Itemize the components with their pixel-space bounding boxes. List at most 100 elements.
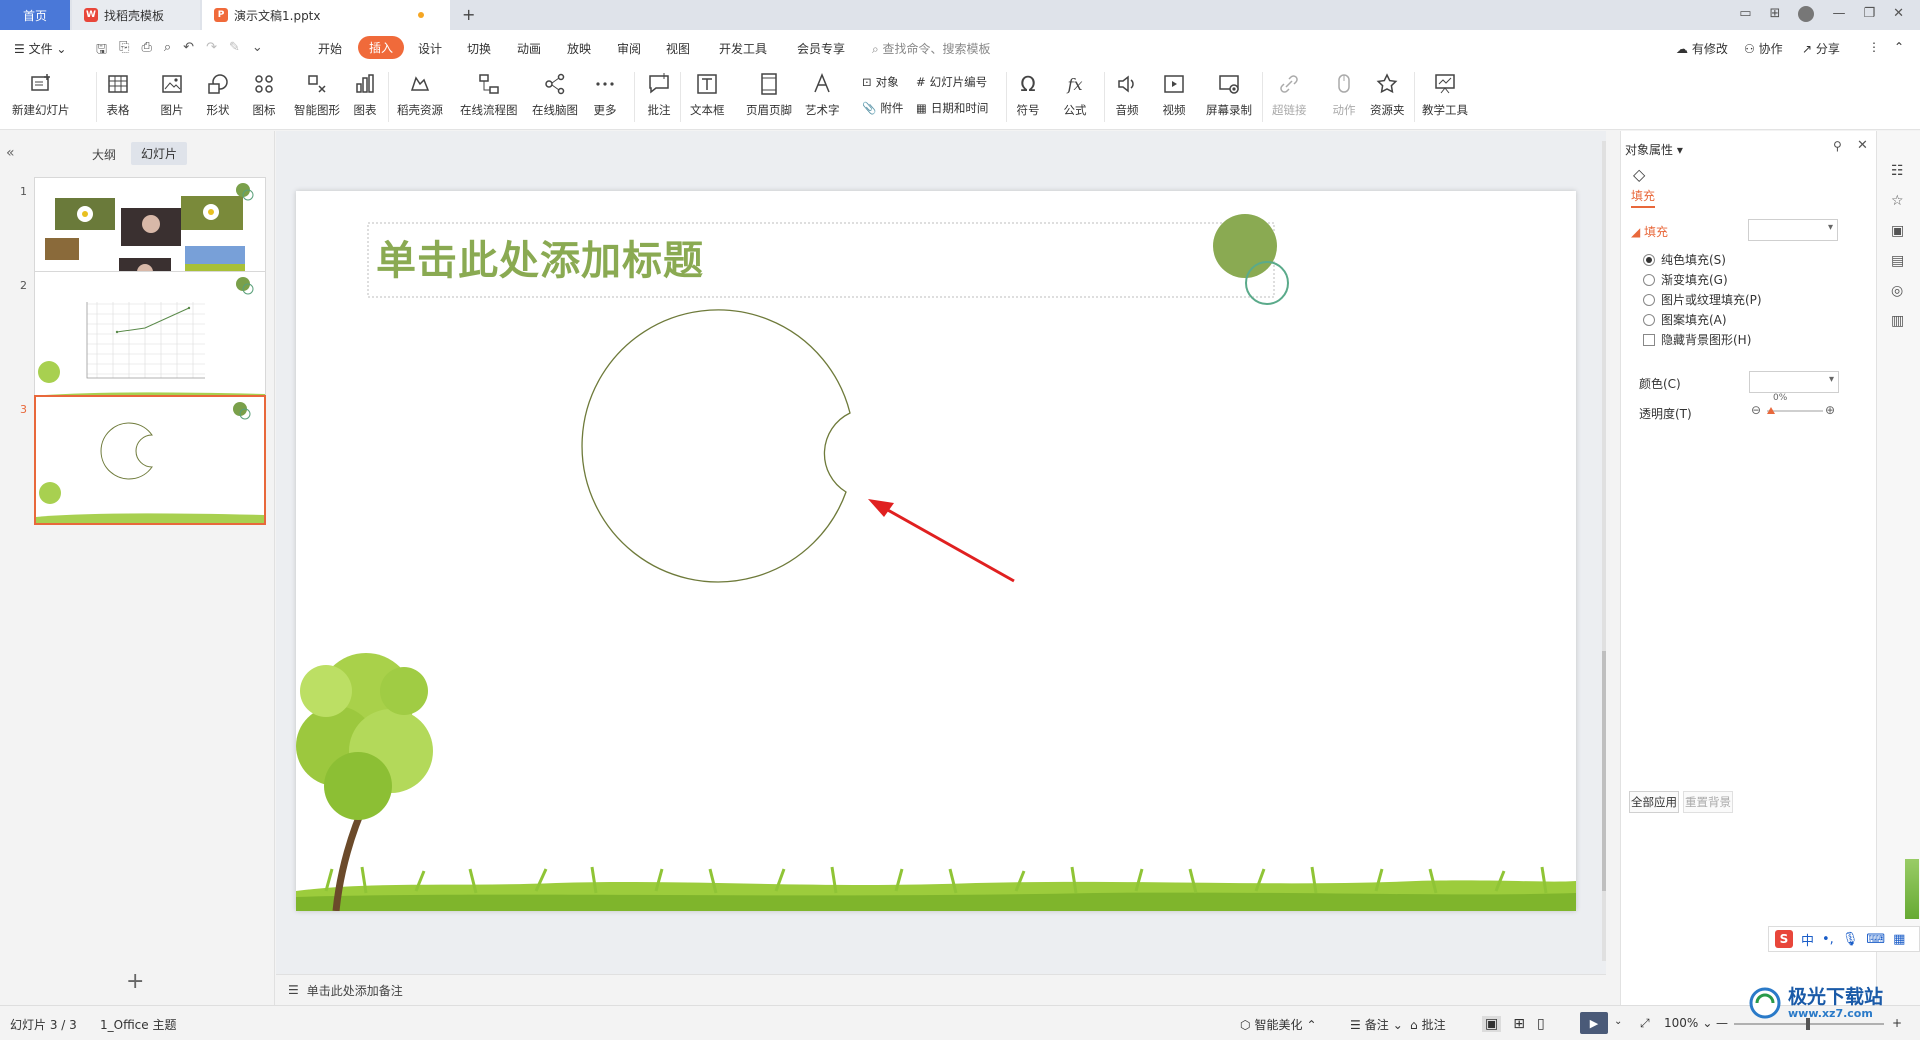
date-time-button[interactable]: ▦ 日期和时间 (916, 100, 988, 116)
scrollbar-thumb[interactable] (1602, 651, 1606, 891)
slide-canvas[interactable]: 单击此处添加标题 (296, 191, 1576, 911)
tab-outline[interactable]: 大纲 (92, 146, 116, 163)
slide-thumbnail-3[interactable] (34, 395, 266, 525)
reading-view-icon[interactable]: ▯ (1537, 1016, 1545, 1032)
more-insert-button[interactable]: 更多 (591, 70, 619, 118)
pin-icon[interactable]: ⚲ (1833, 139, 1842, 153)
redo-icon[interactable]: ↷ (206, 40, 217, 62)
reset-background-button[interactable]: 重置背景 (1683, 791, 1733, 813)
more-options-icon[interactable]: ⋮ (1868, 40, 1880, 54)
radio-gradient-fill[interactable]: 渐变填充(G) (1643, 271, 1728, 288)
menu-start[interactable]: 开始 (318, 40, 342, 57)
microphone-icon[interactable]: 🎙 (1842, 932, 1859, 947)
video-button[interactable]: 视频 (1160, 70, 1188, 118)
apply-all-button[interactable]: 全部应用 (1629, 791, 1679, 813)
file-menu[interactable]: ☰ 文件 ⌄ (14, 40, 66, 57)
location-icon[interactable]: ◎ (1891, 283, 1903, 299)
menu-animation[interactable]: 动画 (517, 40, 541, 57)
radio-picture-fill[interactable]: 图片或纹理填充(P) (1643, 291, 1762, 308)
export-pdf-icon[interactable]: ⎘ (119, 40, 129, 62)
transparency-slider-handle[interactable] (1767, 407, 1775, 414)
slide-thumbnail-2[interactable] (34, 271, 266, 401)
resource-folder-button[interactable]: 资源夹 (1370, 70, 1405, 118)
animation-star-icon[interactable]: ☆ (1891, 193, 1904, 209)
zoom-level[interactable]: 100% ⌄ (1664, 1016, 1712, 1030)
new-tab-button[interactable]: + (462, 5, 475, 24)
close-icon[interactable]: ✕ (1893, 6, 1904, 22)
play-dropdown-icon[interactable]: ⌄ (1614, 1016, 1622, 1027)
zoom-in-icon[interactable]: + (1892, 1016, 1902, 1030)
tab-slides[interactable]: 幻灯片 (131, 142, 188, 165)
fit-window-icon[interactable]: ⤢ (1640, 1016, 1650, 1031)
restore-icon[interactable]: ❐ (1863, 6, 1875, 22)
command-search[interactable]: ⌕ 查找命令、搜索模板 (872, 40, 991, 57)
add-slide-button[interactable]: + (126, 969, 144, 994)
online-flowchart-button[interactable]: 在线流程图 (460, 70, 518, 118)
icon-library-button[interactable]: 图标 (250, 70, 278, 118)
menu-transition[interactable]: 切换 (467, 40, 491, 57)
hyperlink-button[interactable]: 超链接 (1272, 70, 1307, 118)
collaborate-button[interactable]: ⚇ 协作 (1744, 40, 1783, 57)
transition-icon[interactable]: ▣ (1891, 223, 1904, 239)
notes-toggle[interactable]: ☰ 备注 ⌄ (1350, 1016, 1403, 1033)
undo-icon[interactable]: ↶ (183, 40, 194, 62)
chart-button[interactable]: 图表 (351, 70, 379, 118)
customize-dropdown-icon[interactable]: ⌄ (252, 40, 263, 62)
color-dropdown[interactable] (1749, 371, 1839, 393)
menu-review[interactable]: 审阅 (617, 40, 641, 57)
share-button[interactable]: ↗ 分享 (1802, 40, 1840, 57)
smart-beautify-button[interactable]: ⬡ 智能美化 ⌃ (1240, 1016, 1317, 1033)
collapse-ribbon-icon[interactable]: ⌃ (1894, 40, 1904, 54)
online-mindmap-button[interactable]: 在线脑图 (532, 70, 578, 118)
docer-resource-button[interactable]: 稻壳资源 (397, 70, 443, 118)
teaching-tools-button[interactable]: 教学工具 (1422, 70, 1468, 118)
ime-lang[interactable]: 中 (1801, 930, 1814, 949)
normal-view-icon[interactable]: ▣ (1482, 1016, 1502, 1032)
object-button[interactable]: ⊡ 对象 (862, 74, 899, 90)
menu-developer[interactable]: 开发工具 (719, 40, 767, 57)
wordart-button[interactable]: 艺术字 (805, 70, 840, 118)
header-footer-button[interactable]: 页眉页脚 (746, 70, 792, 118)
menu-design[interactable]: 设计 (418, 40, 442, 57)
symbol-button[interactable]: Ω 符号 (1014, 70, 1042, 118)
avatar[interactable] (1798, 6, 1815, 22)
menu-insert[interactable]: 插入 (358, 36, 405, 59)
audio-button[interactable]: 音频 (1113, 70, 1141, 118)
tab-home[interactable]: 首页 (0, 0, 70, 30)
grid-apps-icon[interactable]: ⊞ (1770, 6, 1781, 22)
radio-solid-fill[interactable]: 纯色填充(S) (1643, 251, 1726, 268)
slide-number-button[interactable]: # 幻灯片编号 (916, 74, 987, 90)
screen-record-button[interactable]: 屏幕录制 (1206, 70, 1252, 118)
punctuation-icon[interactable]: •, (1822, 932, 1834, 947)
book-icon[interactable]: ▥ (1891, 313, 1904, 329)
smart-art-button[interactable]: 智能图形 (294, 70, 340, 118)
close-panel-icon[interactable]: ✕ (1857, 138, 1868, 153)
formula-button[interactable]: fx 公式 (1061, 70, 1089, 118)
properties-sliders-icon[interactable]: ☷ (1891, 163, 1904, 179)
fill-section-toggle[interactable]: ◢ 填充 (1631, 223, 1668, 240)
ime-toolbar[interactable]: S 中 •, 🎙 ⌨ ▦ (1768, 926, 1920, 952)
slide-title[interactable]: 单击此处添加标题 (376, 231, 704, 291)
modified-button[interactable]: ☁ 有修改 (1676, 40, 1728, 57)
tab-fill[interactable]: 填充 (1631, 187, 1656, 208)
hide-background-checkbox[interactable]: 隐藏背景图形(H) (1643, 331, 1751, 348)
radio-pattern-fill[interactable]: 图案填充(A) (1643, 311, 1727, 328)
print-icon[interactable]: ⎙ (141, 40, 151, 62)
minimize-icon[interactable]: — (1832, 6, 1845, 22)
notes-bar[interactable]: ☰ 单击此处添加备注 (276, 974, 1606, 1005)
keyboard-icon[interactable]: ⌨ (1866, 932, 1885, 947)
fill-type-dropdown[interactable] (1748, 219, 1838, 241)
transparency-plus-icon[interactable]: ⊕ (1825, 403, 1835, 417)
picture-button[interactable]: 图片 (158, 70, 186, 118)
menu-view[interactable]: 视图 (666, 40, 690, 57)
transparency-slider[interactable] (1767, 410, 1823, 412)
properties-header[interactable]: 对象属性 ▾ (1625, 141, 1683, 158)
ime-menu-icon[interactable]: ▦ (1893, 932, 1905, 947)
print-preview-icon[interactable]: ⌕ (164, 40, 171, 62)
menu-slideshow[interactable]: 放映 (567, 40, 591, 57)
textbox-button[interactable]: 文本框 (690, 70, 725, 118)
zoom-out-icon[interactable]: — (1716, 1016, 1728, 1030)
save-icon[interactable]: 🖫 (96, 40, 107, 62)
layout-icon[interactable]: ▭ (1739, 6, 1751, 22)
action-button[interactable]: 动作 (1330, 70, 1358, 118)
